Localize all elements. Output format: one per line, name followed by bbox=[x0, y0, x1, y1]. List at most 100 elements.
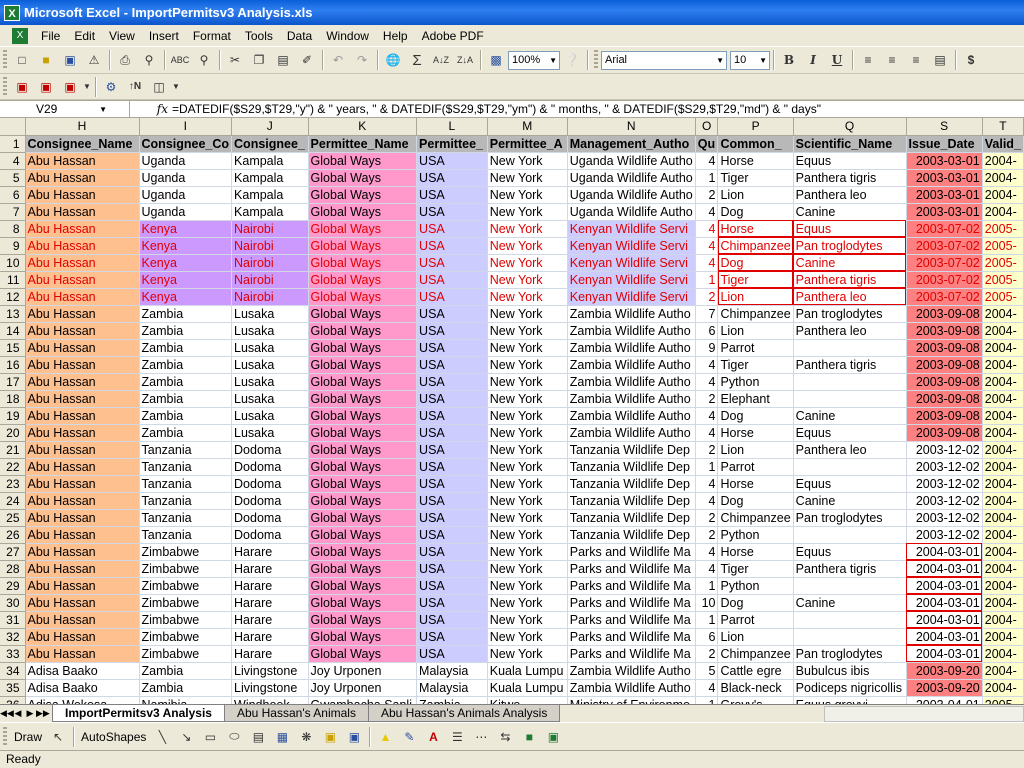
cell[interactable]: 2 bbox=[695, 288, 719, 306]
toolbar-grip[interactable] bbox=[3, 726, 7, 747]
cell[interactable]: Abu Hassan bbox=[25, 407, 140, 425]
cell[interactable]: Lusaka bbox=[231, 390, 309, 408]
cell[interactable]: 2004-03-01 bbox=[906, 577, 983, 595]
column-header[interactable]: T bbox=[982, 118, 1024, 136]
cell[interactable]: 2004- bbox=[982, 509, 1024, 527]
cell[interactable]: Valid_ bbox=[982, 135, 1024, 153]
cell[interactable]: Consignee_ bbox=[231, 135, 309, 153]
convert-and-review-pdf-icon[interactable]: ▣ bbox=[59, 76, 81, 98]
cell[interactable]: USA bbox=[416, 356, 488, 374]
cell[interactable]: Tanzania Wildlife Dep bbox=[567, 509, 696, 527]
open-icon[interactable]: ■ bbox=[35, 49, 57, 71]
cell[interactable]: Tanzania Wildlife Dep bbox=[567, 458, 696, 476]
cell[interactable]: Adisa Baako bbox=[25, 662, 140, 680]
cell[interactable]: Abu Hassan bbox=[25, 237, 140, 255]
cell[interactable]: Kampala bbox=[231, 203, 309, 221]
cell[interactable]: Canine bbox=[793, 492, 907, 510]
bold-button[interactable]: B bbox=[778, 49, 800, 71]
cell[interactable]: 2003-09-08 bbox=[906, 424, 983, 442]
cell[interactable]: Horse bbox=[717, 424, 794, 442]
cell[interactable]: Abu Hassan bbox=[25, 169, 140, 187]
row-header[interactable]: 35 bbox=[0, 679, 26, 697]
cell[interactable]: 1 bbox=[695, 696, 719, 704]
cell[interactable]: Nairobi bbox=[231, 271, 309, 289]
cell[interactable]: Equus bbox=[793, 424, 907, 442]
cell[interactable]: Global Ways bbox=[308, 611, 418, 629]
cell[interactable]: Panthera leo bbox=[793, 441, 907, 459]
cell[interactable]: New York bbox=[487, 305, 568, 323]
cell[interactable]: 2004-03-01 bbox=[906, 628, 983, 646]
menu-help[interactable]: Help bbox=[376, 25, 415, 47]
cell[interactable]: New York bbox=[487, 373, 568, 391]
cell[interactable]: Global Ways bbox=[308, 254, 418, 272]
cell[interactable]: 2004- bbox=[982, 662, 1024, 680]
row-header[interactable]: 30 bbox=[0, 594, 26, 612]
row-header[interactable]: 15 bbox=[0, 339, 26, 357]
cell[interactable]: Malaysia bbox=[416, 662, 488, 680]
row-header[interactable]: 18 bbox=[0, 390, 26, 408]
cell[interactable]: Harare bbox=[231, 628, 309, 646]
cell[interactable]: 2004- bbox=[982, 152, 1024, 170]
row-header[interactable]: 20 bbox=[0, 424, 26, 442]
cell[interactable]: Tanzania bbox=[139, 475, 233, 493]
cell[interactable]: 2003-12-02 bbox=[906, 509, 983, 527]
cell[interactable]: Gwambacha Sanli bbox=[308, 696, 418, 704]
cell[interactable]: Tanzania bbox=[139, 458, 233, 476]
cell[interactable]: New York bbox=[487, 288, 568, 306]
help-icon[interactable]: ❔ bbox=[561, 49, 583, 71]
cell[interactable]: Bubulcus ibis bbox=[793, 662, 907, 680]
cell[interactable]: Qu bbox=[695, 135, 719, 153]
cell[interactable]: 4 bbox=[695, 203, 719, 221]
cell[interactable]: 1 bbox=[695, 271, 719, 289]
cell[interactable]: USA bbox=[416, 543, 488, 561]
cell[interactable]: 2003-07-02 bbox=[906, 254, 983, 272]
print-icon[interactable]: ⎙ bbox=[114, 49, 136, 71]
cell[interactable]: Tiger bbox=[717, 169, 794, 187]
row-header[interactable]: 17 bbox=[0, 373, 26, 391]
save-icon[interactable]: ▣ bbox=[59, 49, 81, 71]
cell[interactable]: Global Ways bbox=[308, 237, 418, 255]
diagram-icon[interactable]: ❋ bbox=[295, 726, 317, 748]
cut-icon[interactable]: ✂ bbox=[224, 49, 246, 71]
cell[interactable]: Zambia bbox=[139, 339, 233, 357]
row-header[interactable]: 29 bbox=[0, 577, 26, 595]
cell[interactable]: Livingstone bbox=[231, 662, 309, 680]
cell[interactable]: Chimpanzee bbox=[717, 645, 794, 663]
cell[interactable]: 2004- bbox=[982, 526, 1024, 544]
cell[interactable]: Issue_Date bbox=[906, 135, 983, 153]
cell[interactable]: Harare bbox=[231, 594, 309, 612]
cell[interactable]: 2003-03-01 bbox=[906, 169, 983, 187]
cell[interactable] bbox=[793, 390, 907, 408]
redo-icon[interactable]: ↷ bbox=[351, 49, 373, 71]
cell[interactable]: Abu Hassan bbox=[25, 203, 140, 221]
cell[interactable]: Joy Urponen bbox=[308, 679, 418, 697]
cell[interactable]: New York bbox=[487, 356, 568, 374]
cell[interactable]: USA bbox=[416, 492, 488, 510]
cell[interactable]: New York bbox=[487, 407, 568, 425]
cell[interactable]: USA bbox=[416, 186, 488, 204]
cell[interactable]: Abu Hassan bbox=[25, 356, 140, 374]
wordart-icon[interactable]: ▦ bbox=[271, 726, 293, 748]
cell[interactable]: Zambia Wildlife Autho bbox=[567, 322, 696, 340]
row-header[interactable]: 28 bbox=[0, 560, 26, 578]
cell[interactable]: 2004-03-01 bbox=[906, 560, 983, 578]
cell[interactable]: 4 bbox=[695, 475, 719, 493]
underline-button[interactable]: U bbox=[826, 49, 848, 71]
cell[interactable]: 2003-07-02 bbox=[906, 237, 983, 255]
next-sheet-icon[interactable]: ▶ bbox=[24, 708, 36, 719]
cell[interactable]: Cattle egre bbox=[717, 662, 794, 680]
cell[interactable]: Dog bbox=[717, 407, 794, 425]
cell[interactable]: 2004- bbox=[982, 594, 1024, 612]
line-color-icon[interactable]: ✎ bbox=[398, 726, 420, 748]
cell[interactable]: 2 bbox=[695, 526, 719, 544]
cell[interactable]: Common_ bbox=[717, 135, 794, 153]
cell[interactable]: USA bbox=[416, 169, 488, 187]
cell[interactable]: Harare bbox=[231, 543, 309, 561]
row-header[interactable]: 4 bbox=[0, 152, 26, 170]
cell[interactable]: Kenya bbox=[139, 220, 233, 238]
cell[interactable]: New York bbox=[487, 237, 568, 255]
cell[interactable]: Panthera leo bbox=[793, 186, 907, 204]
cell[interactable]: Adisa Baako bbox=[25, 679, 140, 697]
cell[interactable]: Zambia Wildlife Autho bbox=[567, 356, 696, 374]
cell[interactable]: Dodoma bbox=[231, 441, 309, 459]
